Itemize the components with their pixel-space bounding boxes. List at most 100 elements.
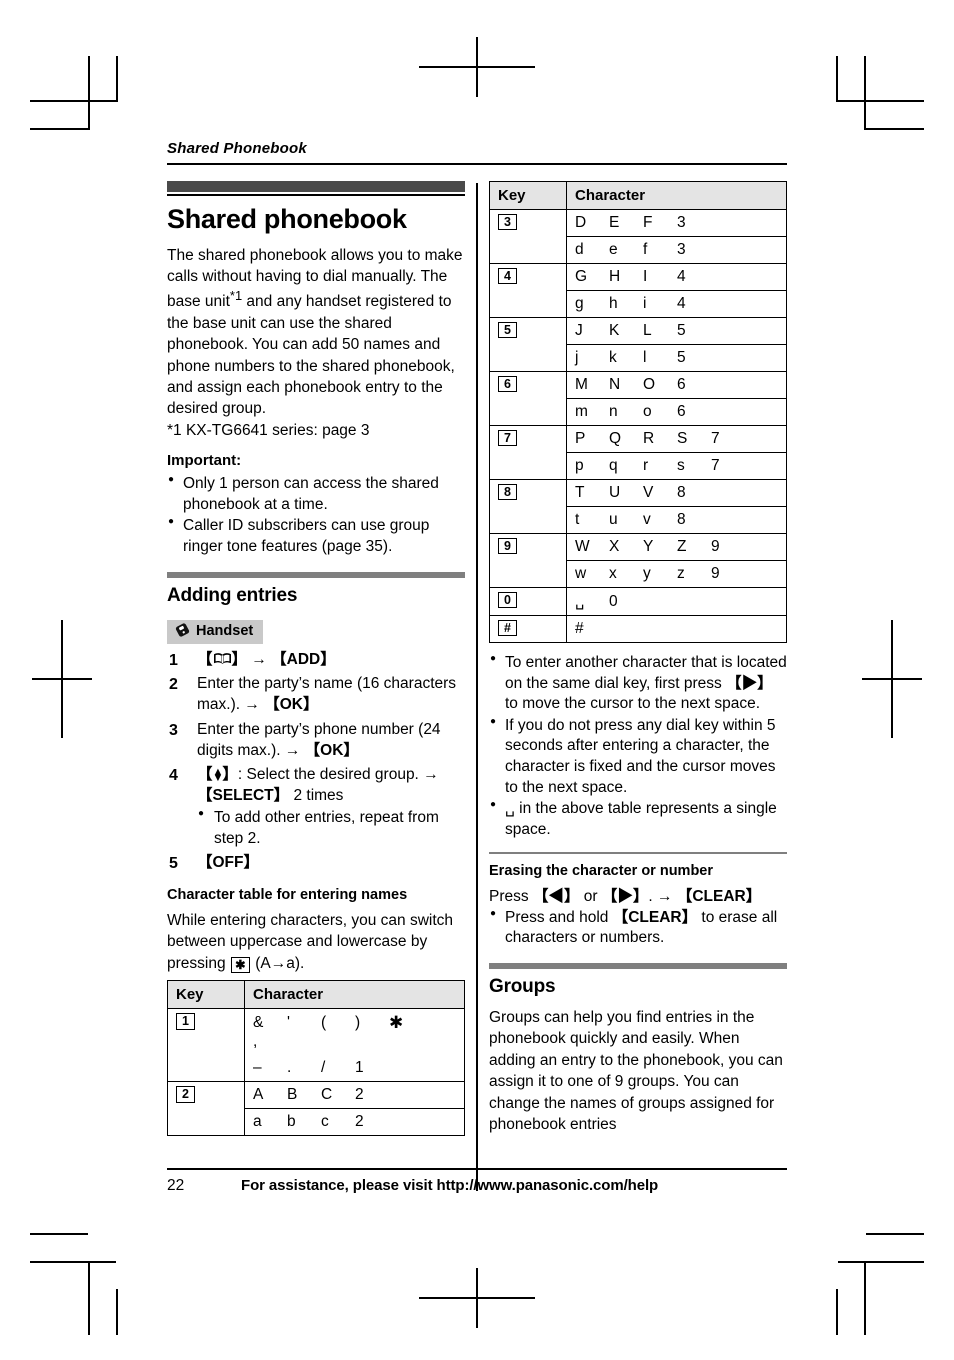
step-number: 3 (169, 721, 178, 739)
character-glyph: X (609, 538, 620, 555)
key-1-icon: 1 (176, 1013, 195, 1030)
character-glyph: l (643, 349, 647, 366)
character-table-intro: While entering characters, you can switc… (167, 910, 465, 974)
step-2: 2 Enter the party’s name (16 characters … (167, 674, 465, 716)
step-2-text: Enter the party’s name (16 characters ma… (197, 675, 457, 714)
step-5-key: 【OFF】 (197, 854, 259, 872)
character-glyph: 8 (677, 511, 686, 528)
character-glyph: x (609, 565, 617, 582)
character-entry-notes: To enter another character that is locat… (489, 652, 787, 840)
erasing-b: or (579, 888, 602, 906)
important-label: Important: (167, 452, 242, 470)
column-header-character: Character (566, 181, 787, 210)
character-glyph: 9 (711, 565, 720, 582)
character-glyph: i (643, 295, 647, 312)
table-row: 6 M N O 6 (489, 371, 787, 426)
step-1: 1 【】 → 【ADD】 (167, 650, 465, 671)
arrow-right-icon: → (284, 741, 301, 759)
intro-paragraph: The shared phonebook allows you to make … (167, 245, 465, 420)
key-cell: 4 (489, 263, 567, 318)
list-item: To enter another character that is locat… (489, 652, 787, 715)
key-cell: 9 (489, 533, 567, 588)
erase-bullet-a: Press and hold (505, 908, 613, 926)
character-cell: P Q R S 7 (566, 425, 787, 453)
key-9-icon: 9 (498, 538, 517, 555)
character-cell: G H I 4 (566, 263, 787, 291)
char-intro-a: While entering characters, you can switc… (167, 912, 454, 972)
character-cell: # (566, 615, 787, 643)
registration-crosshair-bottom (419, 1268, 535, 1328)
character-cell: T U V 8 (566, 479, 787, 507)
character-glyph: F (643, 214, 653, 231)
character-glyph: 6 (677, 376, 686, 393)
registration-crosshair-right (862, 620, 922, 738)
character-glyph: ␣ (575, 593, 585, 611)
character-glyph: Q (609, 430, 622, 447)
column-header-key: Key (167, 980, 245, 1010)
section-bar-erasing (489, 852, 787, 855)
character-glyph: h (609, 295, 618, 312)
character-glyph: N (609, 376, 621, 393)
table-row: 2 ABC2 (167, 1081, 465, 1137)
step-4: 4 【▲ ▼】: Select the desired group. → 【SEL… (167, 765, 465, 849)
section-title-groups: Groups (489, 976, 556, 998)
list-item: If you do not press any dial key within … (489, 715, 787, 798)
character-glyph: R (643, 430, 655, 447)
footnote-marker: *1 (229, 288, 243, 304)
character-cell: t u v 8 (566, 506, 787, 534)
key-cell: 1 (167, 1008, 245, 1083)
step-number: 5 (169, 855, 178, 873)
character-glyph: P (575, 430, 586, 447)
key-cell: 2 (167, 1081, 245, 1137)
step-4-text: : Select the desired group. (237, 766, 424, 784)
crop-mark-top-right (829, 28, 924, 130)
table-row: 7 P Q R S 7 (489, 425, 787, 480)
step-4-text-after: 2 times (289, 787, 344, 805)
list-item: Caller ID subscribers can use group ring… (167, 515, 465, 557)
crop-mark-bottom-right (829, 1233, 924, 1335)
key-8-icon: 8 (498, 484, 517, 501)
character-glyph: g (575, 295, 584, 312)
key-cell: # (489, 615, 567, 643)
table-row: 1 & '() ✱, (167, 1008, 465, 1083)
list-item: Press and hold 【CLEAR】 to erase all char… (489, 907, 787, 949)
character-glyph: 0 (609, 593, 618, 610)
page-footer: 22 For assistance, please visit http://w… (167, 1168, 787, 1195)
character-glyph: j (575, 349, 579, 366)
step-5: 5 【OFF】 (167, 853, 465, 874)
character-glyph: W (575, 538, 590, 555)
crop-mark-bottom-left (30, 1233, 125, 1335)
column-header-key: Key (489, 181, 567, 210)
char-intro-b: (A→a). (250, 954, 305, 972)
step-number: 4 (169, 767, 178, 785)
step-1-keys: 【】 → 【ADD】 (197, 650, 336, 668)
character-glyph: V (643, 484, 654, 501)
crop-mark-top-left (30, 28, 125, 130)
character-glyph: q (609, 457, 618, 474)
character-table-left: Key Character 1 & '() ✱, –./1 2 A B C 2 … (167, 980, 465, 1137)
adding-entries-steps: 1 【】 → 【ADD】 2 Enter the party’s name (1… (167, 650, 465, 874)
character-glyph: L (643, 322, 652, 339)
navigator-updown-key: 【▲ ▼】 (197, 766, 238, 785)
step-number: 2 (169, 676, 178, 694)
character-glyph: 8 (677, 484, 686, 501)
key-cell: 7 (489, 425, 567, 480)
table-row: 9 W X Y Z 9 (489, 533, 787, 588)
character-cell: p q r s 7 (566, 452, 787, 480)
footnote-line: *1 KX-TG6641 series: page 3 (167, 421, 370, 439)
left-column: Shared phonebook The shared phonebook al… (167, 181, 465, 1137)
column-header-character: Character (244, 980, 465, 1010)
character-glyph: 7 (711, 430, 720, 447)
character-table-right: Key Character 3DEF3def34GHI4ghi45JKL5jkl… (489, 181, 787, 643)
table-row: 4 G H I 4 (489, 263, 787, 318)
character-glyph: E (609, 214, 620, 231)
erasing-a: Press (489, 888, 533, 906)
character-cell: m n o 6 (566, 398, 787, 426)
character-glyph: J (575, 322, 583, 339)
column-divider (476, 183, 478, 1191)
clear-key: 【CLEAR】 (676, 888, 762, 906)
character-glyph: k (609, 349, 617, 366)
handset-badge-label: Handset (196, 622, 254, 639)
step-number: 1 (169, 651, 178, 669)
arrow-right-icon: → (251, 650, 267, 668)
